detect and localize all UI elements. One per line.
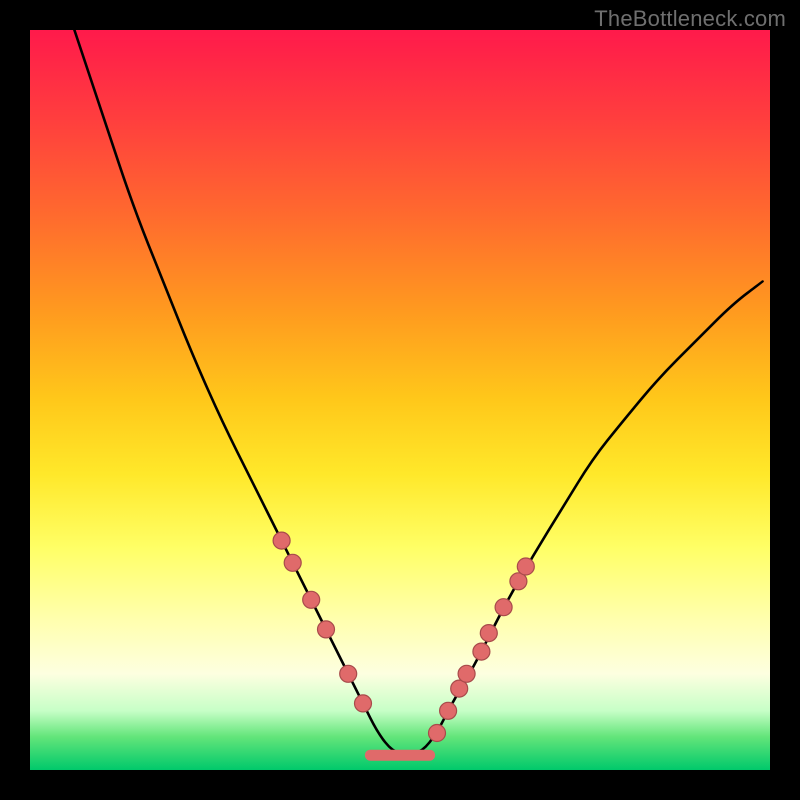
marker-dot <box>440 702 457 719</box>
marker-dot <box>517 558 534 575</box>
marker-dot <box>473 643 490 660</box>
marker-group <box>273 532 534 741</box>
marker-dot <box>458 665 475 682</box>
plot-area <box>30 30 770 770</box>
marker-dot <box>480 625 497 642</box>
bottleneck-curve <box>74 30 762 754</box>
marker-dot <box>495 599 512 616</box>
marker-dot <box>303 591 320 608</box>
chart-container: TheBottleneck.com <box>0 0 800 800</box>
chart-svg <box>30 30 770 770</box>
marker-dot <box>429 725 446 742</box>
marker-dot <box>284 554 301 571</box>
curve-group <box>74 30 762 754</box>
marker-dot <box>340 665 357 682</box>
marker-dot <box>273 532 290 549</box>
marker-dot <box>355 695 372 712</box>
watermark-text: TheBottleneck.com <box>594 6 786 32</box>
marker-dot <box>318 621 335 638</box>
